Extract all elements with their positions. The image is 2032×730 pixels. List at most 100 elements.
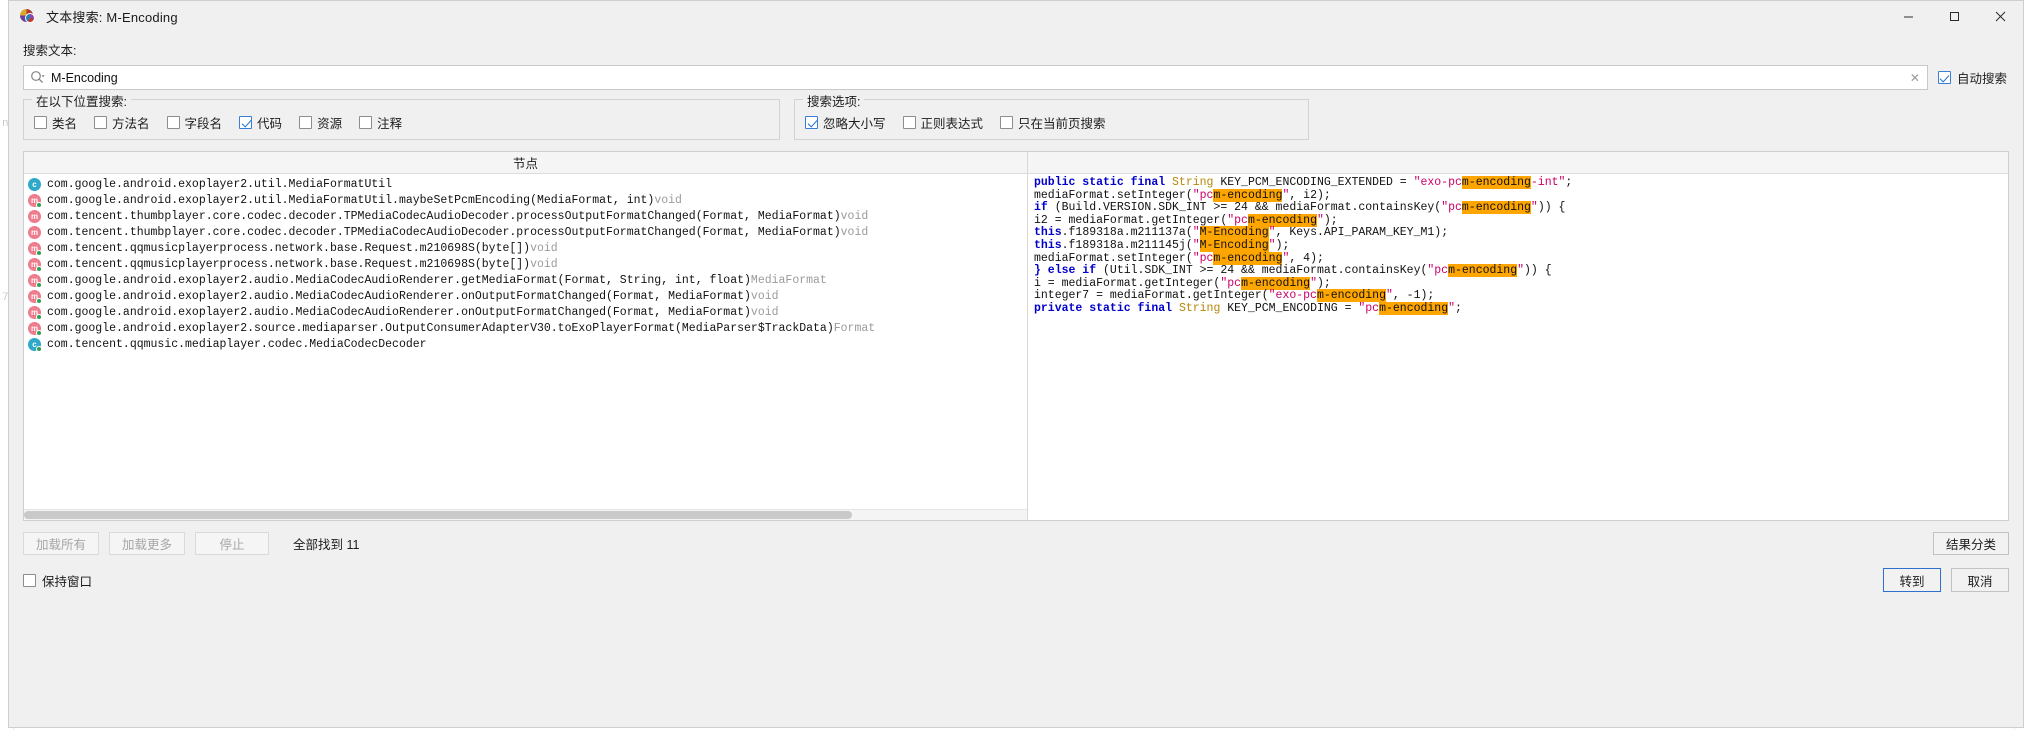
match-highlight: m-encoding [1461, 176, 1531, 189]
code-token: .f189318a.m211145j( [1061, 238, 1193, 252]
method-icon: m [28, 257, 42, 272]
code-token: "exo-pc [1413, 176, 1462, 189]
load-more-button[interactable]: 加载更多 [109, 531, 186, 555]
checkbox-comment-box [359, 116, 373, 129]
list-item-return-type: void [840, 225, 869, 239]
list-item-return-type: Format [833, 321, 876, 335]
checkbox-current-page-only[interactable]: 只在当前页搜索 [1000, 113, 1106, 132]
goto-button[interactable]: 转到 [1883, 568, 1941, 592]
results-horizontal-scrollbar[interactable] [24, 509, 1027, 520]
table-row[interactable]: m com.google.android.exoplayer2.util.Medi… [28, 192, 1027, 208]
clear-icon[interactable]: ✕ [1910, 71, 1920, 85]
match-highlight: M-Encoding [1199, 238, 1269, 252]
checkbox-regex[interactable]: 正则表达式 [902, 113, 983, 132]
auto-search-checkbox[interactable]: 自动搜索 [1937, 68, 2009, 87]
table-row[interactable]: m com.tencent.thumbplayer.core.codec.deco… [28, 208, 1027, 224]
table-row[interactable]: m com.google.android.exoplayer2.audio.Med… [28, 272, 1027, 288]
checkbox-class-name[interactable]: 类名 [34, 113, 77, 132]
maximize-icon[interactable] [1931, 1, 1977, 32]
checkbox-comment[interactable]: 注释 [359, 113, 402, 132]
table-row[interactable]: c com.tencent.qqmusic.mediaplayer.codec.M… [28, 336, 1027, 352]
search-options-legend: 搜索选项: [803, 91, 865, 110]
table-row[interactable]: m com.google.android.exoplayer2.source.me… [28, 320, 1027, 336]
keep-window-label: 保持窗口 [42, 574, 93, 589]
minimize-icon[interactable] [1885, 1, 1931, 32]
code-token: "pc [1192, 251, 1214, 265]
results-tree[interactable]: c com.google.android.exoplayer2.util.Medi… [24, 174, 1027, 352]
checkbox-current-page-only-box [1000, 116, 1014, 129]
code-token: ; [1565, 176, 1573, 189]
list-item-return-type: void [530, 257, 558, 271]
table-row[interactable]: m com.tencent.qqmusicplayerprocess.networ… [28, 256, 1027, 272]
close-icon[interactable] [1977, 1, 2023, 32]
code-token: private static final [1034, 301, 1179, 315]
checkbox-comment-label: 注释 [377, 117, 403, 131]
code-preview: public static final String KEY_PCM_ENCOD… [1028, 174, 2008, 316]
checkbox-code[interactable]: 代码 [239, 113, 282, 132]
node-column-header: 节点 [24, 152, 1027, 174]
code-token: )) { [1524, 264, 1552, 278]
load-all-button[interactable]: 加载所有 [23, 531, 100, 555]
cancel-button[interactable]: 取消 [1951, 568, 2009, 592]
search-locations-checkboxes: 类名 方法名 字段名 代码 资源 注释 [34, 113, 769, 132]
jadx-app-icon [19, 7, 37, 25]
list-item-label: com.tencent.qqmusicplayerprocess.network… [47, 241, 531, 255]
code-token: , -1); [1392, 289, 1435, 303]
table-row[interactable]: c com.google.android.exoplayer2.util.Medi… [28, 176, 1027, 192]
code-token: (Util.SDK_INT >= 24 && mediaFormat.conta… [1103, 264, 1428, 278]
table-row[interactable]: m com.google.android.exoplayer2.audio.Med… [28, 288, 1027, 304]
checkbox-resource-label: 资源 [317, 117, 343, 131]
stop-button[interactable]: 停止 [195, 531, 270, 555]
method-icon: m [28, 289, 42, 304]
keep-window-checkbox-box [23, 573, 36, 587]
list-item-label: com.google.android.exoplayer2.audio.Medi… [47, 305, 751, 319]
table-row[interactable]: m com.google.android.exoplayer2.audio.Med… [28, 304, 1027, 320]
code-token: "pc [1427, 264, 1449, 278]
keep-window-checkbox[interactable]: 保持窗口 [23, 571, 92, 590]
code-token: KEY_PCM_ENCODING_EXTENDED = [1220, 176, 1414, 189]
table-row[interactable]: m com.tencent.thumbplayer.core.codec.deco… [28, 224, 1027, 240]
list-item-label: com.tencent.thumbplayer.core.codec.decod… [47, 225, 841, 239]
search-input[interactable]: M-Encoding ✕ [23, 65, 1928, 90]
method-icon: m [28, 209, 41, 223]
code-token: ); [1275, 238, 1290, 252]
checkbox-method-name[interactable]: 方法名 [94, 113, 150, 132]
search-row: M-Encoding ✕ 自动搜索 [23, 65, 2009, 90]
found-label: 全部找到 [293, 537, 344, 552]
list-item-label: com.tencent.thumbplayer.core.codec.decod… [47, 209, 841, 223]
classify-results-button[interactable]: 结果分类 [1932, 531, 2009, 555]
results-scrollbar-thumb[interactable] [24, 511, 852, 519]
code-token: String [1178, 301, 1228, 315]
code-token: "pc [1220, 276, 1242, 290]
code-token: -int" [1530, 176, 1566, 189]
class-icon: c [28, 337, 42, 352]
checkbox-resource-box [299, 116, 313, 129]
checkbox-resource[interactable]: 资源 [299, 113, 342, 132]
list-item-label: com.google.android.exoplayer2.util.Media… [47, 177, 393, 191]
table-row[interactable]: m com.tencent.qqmusicplayerprocess.networ… [28, 240, 1027, 256]
match-highlight: m-encoding [1448, 264, 1518, 278]
results-tree-pane[interactable]: 节点 c com.google.android.exoplayer2.util.M… [24, 152, 1028, 520]
checkbox-ignore-case[interactable]: 忽略大小写 [805, 113, 886, 132]
code-token: " [1310, 276, 1317, 290]
code-token: ); [1316, 276, 1331, 290]
search-options-checkboxes: 忽略大小写 正则表达式 只在当前页搜索 [805, 113, 1298, 132]
text-search-dialog: 文本搜索: M-Encoding 搜索文本: M-Encoding ✕ 自动搜索… [8, 0, 2024, 728]
code-token: this [1034, 238, 1062, 252]
list-item-return-type: void [840, 209, 869, 223]
method-icon: m [28, 225, 41, 239]
list-item-label: com.tencent.qqmusic.mediaplayer.codec.Me… [47, 337, 427, 351]
method-icon: m [28, 305, 42, 320]
screen: n 7 文本搜索: M-Encoding 搜索文本: M-Encoding ✕ … [0, 0, 2032, 730]
checkbox-field-name[interactable]: 字段名 [166, 113, 222, 132]
match-highlight: m-encoding [1379, 301, 1449, 315]
dialog-title: 文本搜索: M-Encoding [46, 9, 178, 25]
code-token: " [1268, 238, 1276, 252]
search-input-value: M-Encoding [51, 70, 118, 85]
results-panel: 节点 c com.google.android.exoplayer2.util.M… [23, 151, 2009, 521]
code-token: ; [1455, 301, 1462, 315]
method-icon: m [28, 241, 42, 256]
checkbox-class-name-box [34, 116, 47, 129]
method-icon: m [28, 193, 42, 208]
code-preview-pane[interactable]: public static final String KEY_PCM_ENCOD… [1028, 152, 2008, 520]
